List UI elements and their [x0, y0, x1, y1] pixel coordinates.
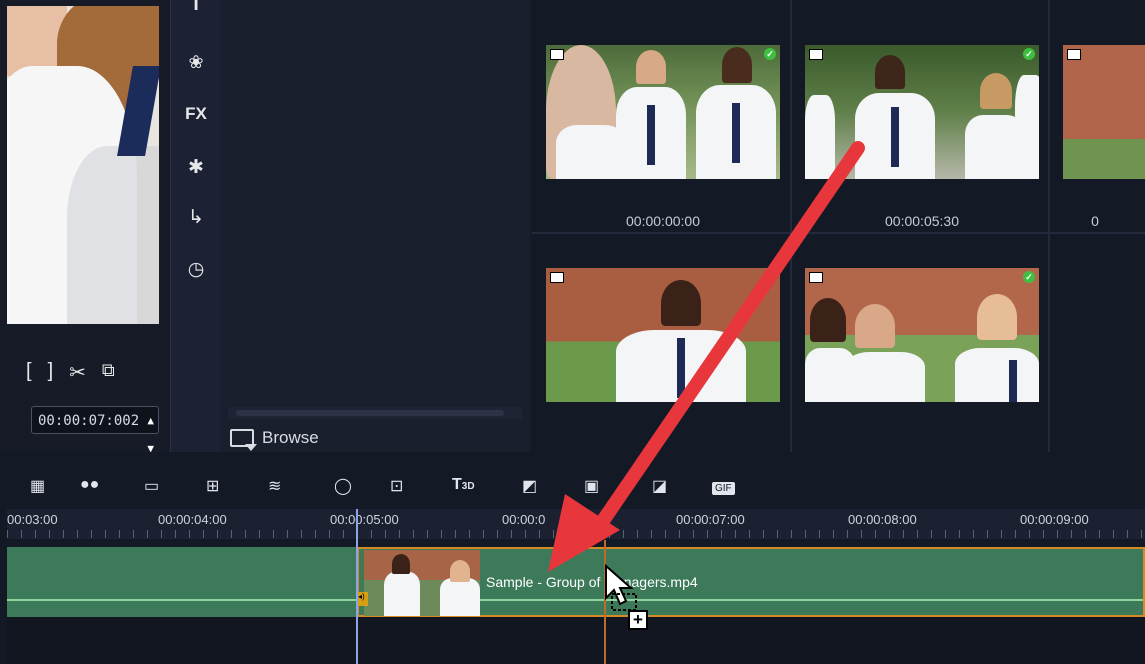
arrow-shaft — [591, 141, 865, 535]
video-editor-window: [ ] ✂ ⧉ 00:00:07:002 ▲ ▼ T ❀ FX ✱ ↳ ◷ Bro… — [0, 0, 1145, 664]
annotation-arrow — [548, 141, 865, 572]
add-clip-icon: + — [628, 610, 648, 630]
mouse-cursor-icon — [605, 564, 637, 611]
